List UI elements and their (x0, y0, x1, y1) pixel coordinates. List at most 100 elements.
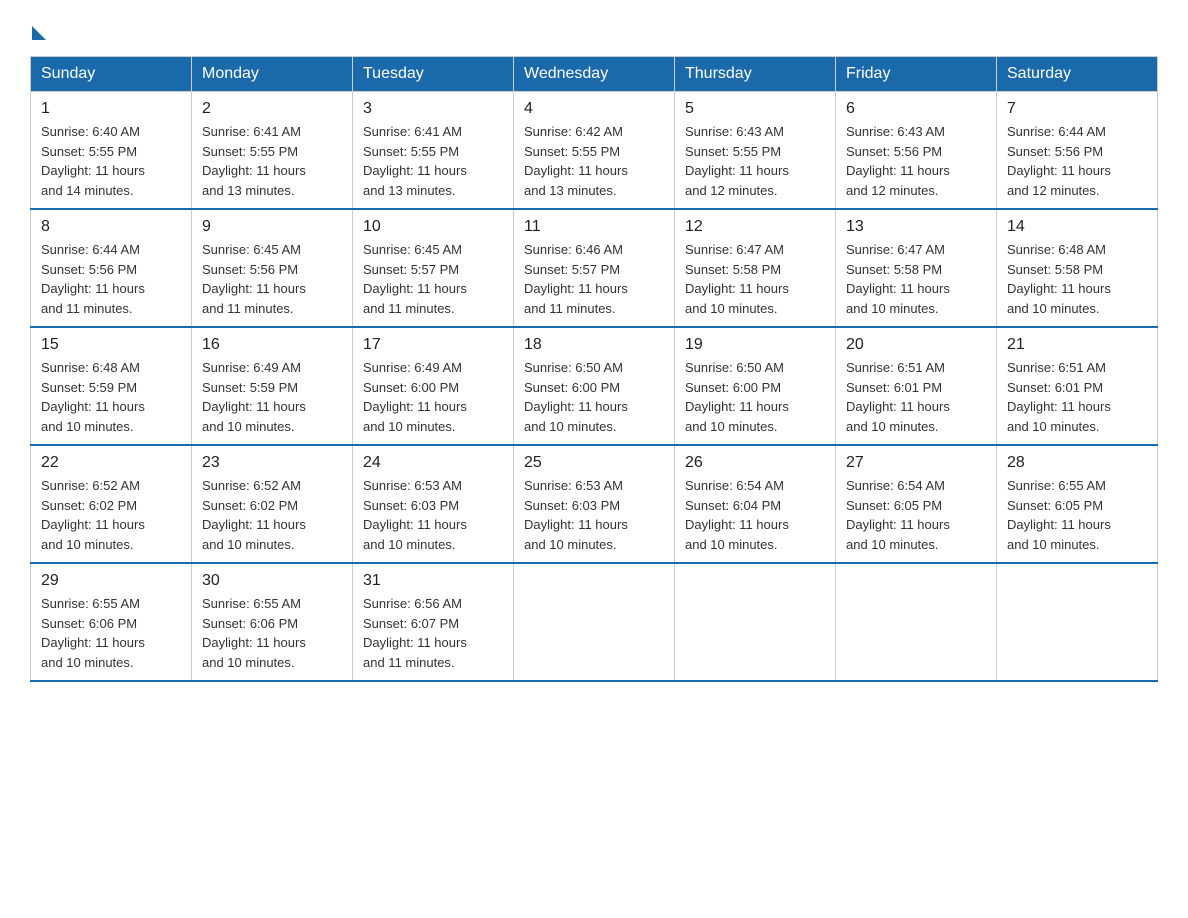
day-info: Sunrise: 6:46 AM Sunset: 5:57 PM Dayligh… (524, 240, 664, 318)
week-row-4: 22 Sunrise: 6:52 AM Sunset: 6:02 PM Dayl… (31, 445, 1158, 563)
calendar-cell: 10 Sunrise: 6:45 AM Sunset: 5:57 PM Dayl… (353, 209, 514, 327)
day-number: 4 (524, 100, 664, 118)
calendar-cell: 30 Sunrise: 6:55 AM Sunset: 6:06 PM Dayl… (192, 563, 353, 681)
calendar-cell: 17 Sunrise: 6:49 AM Sunset: 6:00 PM Dayl… (353, 327, 514, 445)
header-saturday: Saturday (997, 57, 1158, 92)
day-number: 24 (363, 454, 503, 472)
day-info: Sunrise: 6:55 AM Sunset: 6:06 PM Dayligh… (41, 594, 181, 672)
calendar-cell: 2 Sunrise: 6:41 AM Sunset: 5:55 PM Dayli… (192, 92, 353, 210)
day-number: 15 (41, 336, 181, 354)
calendar-cell: 25 Sunrise: 6:53 AM Sunset: 6:03 PM Dayl… (514, 445, 675, 563)
day-info: Sunrise: 6:40 AM Sunset: 5:55 PM Dayligh… (41, 122, 181, 200)
day-info: Sunrise: 6:52 AM Sunset: 6:02 PM Dayligh… (202, 476, 342, 554)
day-number: 19 (685, 336, 825, 354)
day-info: Sunrise: 6:55 AM Sunset: 6:06 PM Dayligh… (202, 594, 342, 672)
day-info: Sunrise: 6:53 AM Sunset: 6:03 PM Dayligh… (363, 476, 503, 554)
day-info: Sunrise: 6:50 AM Sunset: 6:00 PM Dayligh… (685, 358, 825, 436)
calendar-cell: 3 Sunrise: 6:41 AM Sunset: 5:55 PM Dayli… (353, 92, 514, 210)
header-sunday: Sunday (31, 57, 192, 92)
week-row-1: 1 Sunrise: 6:40 AM Sunset: 5:55 PM Dayli… (31, 92, 1158, 210)
day-info: Sunrise: 6:44 AM Sunset: 5:56 PM Dayligh… (41, 240, 181, 318)
calendar-cell: 20 Sunrise: 6:51 AM Sunset: 6:01 PM Dayl… (836, 327, 997, 445)
calendar-cell: 5 Sunrise: 6:43 AM Sunset: 5:55 PM Dayli… (675, 92, 836, 210)
day-info: Sunrise: 6:48 AM Sunset: 5:58 PM Dayligh… (1007, 240, 1147, 318)
day-number: 17 (363, 336, 503, 354)
day-info: Sunrise: 6:49 AM Sunset: 6:00 PM Dayligh… (363, 358, 503, 436)
day-info: Sunrise: 6:48 AM Sunset: 5:59 PM Dayligh… (41, 358, 181, 436)
logo (30, 20, 46, 36)
calendar-cell (514, 563, 675, 681)
calendar-cell: 7 Sunrise: 6:44 AM Sunset: 5:56 PM Dayli… (997, 92, 1158, 210)
day-number: 12 (685, 218, 825, 236)
week-row-3: 15 Sunrise: 6:48 AM Sunset: 5:59 PM Dayl… (31, 327, 1158, 445)
day-number: 2 (202, 100, 342, 118)
day-info: Sunrise: 6:56 AM Sunset: 6:07 PM Dayligh… (363, 594, 503, 672)
calendar-table: SundayMondayTuesdayWednesdayThursdayFrid… (30, 56, 1158, 682)
calendar-cell (675, 563, 836, 681)
day-number: 21 (1007, 336, 1147, 354)
calendar-cell (836, 563, 997, 681)
day-info: Sunrise: 6:42 AM Sunset: 5:55 PM Dayligh… (524, 122, 664, 200)
day-info: Sunrise: 6:45 AM Sunset: 5:57 PM Dayligh… (363, 240, 503, 318)
day-number: 30 (202, 572, 342, 590)
day-number: 6 (846, 100, 986, 118)
day-number: 27 (846, 454, 986, 472)
calendar-cell: 23 Sunrise: 6:52 AM Sunset: 6:02 PM Dayl… (192, 445, 353, 563)
header-tuesday: Tuesday (353, 57, 514, 92)
day-number: 10 (363, 218, 503, 236)
week-row-2: 8 Sunrise: 6:44 AM Sunset: 5:56 PM Dayli… (31, 209, 1158, 327)
header-thursday: Thursday (675, 57, 836, 92)
calendar-cell: 26 Sunrise: 6:54 AM Sunset: 6:04 PM Dayl… (675, 445, 836, 563)
calendar-cell: 13 Sunrise: 6:47 AM Sunset: 5:58 PM Dayl… (836, 209, 997, 327)
calendar-cell: 12 Sunrise: 6:47 AM Sunset: 5:58 PM Dayl… (675, 209, 836, 327)
day-info: Sunrise: 6:47 AM Sunset: 5:58 PM Dayligh… (846, 240, 986, 318)
calendar-cell: 22 Sunrise: 6:52 AM Sunset: 6:02 PM Dayl… (31, 445, 192, 563)
day-info: Sunrise: 6:41 AM Sunset: 5:55 PM Dayligh… (202, 122, 342, 200)
day-number: 28 (1007, 454, 1147, 472)
calendar-cell: 8 Sunrise: 6:44 AM Sunset: 5:56 PM Dayli… (31, 209, 192, 327)
day-number: 5 (685, 100, 825, 118)
day-number: 3 (363, 100, 503, 118)
calendar-cell: 11 Sunrise: 6:46 AM Sunset: 5:57 PM Dayl… (514, 209, 675, 327)
day-info: Sunrise: 6:54 AM Sunset: 6:04 PM Dayligh… (685, 476, 825, 554)
calendar-cell: 19 Sunrise: 6:50 AM Sunset: 6:00 PM Dayl… (675, 327, 836, 445)
day-info: Sunrise: 6:55 AM Sunset: 6:05 PM Dayligh… (1007, 476, 1147, 554)
calendar-cell: 16 Sunrise: 6:49 AM Sunset: 5:59 PM Dayl… (192, 327, 353, 445)
day-info: Sunrise: 6:52 AM Sunset: 6:02 PM Dayligh… (41, 476, 181, 554)
day-number: 26 (685, 454, 825, 472)
calendar-cell: 14 Sunrise: 6:48 AM Sunset: 5:58 PM Dayl… (997, 209, 1158, 327)
day-info: Sunrise: 6:54 AM Sunset: 6:05 PM Dayligh… (846, 476, 986, 554)
day-number: 7 (1007, 100, 1147, 118)
calendar-cell: 24 Sunrise: 6:53 AM Sunset: 6:03 PM Dayl… (353, 445, 514, 563)
day-number: 29 (41, 572, 181, 590)
day-number: 22 (41, 454, 181, 472)
calendar-cell: 9 Sunrise: 6:45 AM Sunset: 5:56 PM Dayli… (192, 209, 353, 327)
week-row-5: 29 Sunrise: 6:55 AM Sunset: 6:06 PM Dayl… (31, 563, 1158, 681)
day-info: Sunrise: 6:45 AM Sunset: 5:56 PM Dayligh… (202, 240, 342, 318)
day-number: 25 (524, 454, 664, 472)
header-row: SundayMondayTuesdayWednesdayThursdayFrid… (31, 57, 1158, 92)
calendar-cell: 6 Sunrise: 6:43 AM Sunset: 5:56 PM Dayli… (836, 92, 997, 210)
calendar-cell: 31 Sunrise: 6:56 AM Sunset: 6:07 PM Dayl… (353, 563, 514, 681)
day-number: 8 (41, 218, 181, 236)
day-number: 11 (524, 218, 664, 236)
day-info: Sunrise: 6:47 AM Sunset: 5:58 PM Dayligh… (685, 240, 825, 318)
header-monday: Monday (192, 57, 353, 92)
day-number: 31 (363, 572, 503, 590)
day-number: 14 (1007, 218, 1147, 236)
day-info: Sunrise: 6:51 AM Sunset: 6:01 PM Dayligh… (1007, 358, 1147, 436)
logo-top (30, 20, 46, 40)
day-info: Sunrise: 6:50 AM Sunset: 6:00 PM Dayligh… (524, 358, 664, 436)
day-info: Sunrise: 6:43 AM Sunset: 5:55 PM Dayligh… (685, 122, 825, 200)
calendar-cell (997, 563, 1158, 681)
header-friday: Friday (836, 57, 997, 92)
calendar-cell: 18 Sunrise: 6:50 AM Sunset: 6:00 PM Dayl… (514, 327, 675, 445)
calendar-cell: 28 Sunrise: 6:55 AM Sunset: 6:05 PM Dayl… (997, 445, 1158, 563)
calendar-cell: 27 Sunrise: 6:54 AM Sunset: 6:05 PM Dayl… (836, 445, 997, 563)
day-number: 9 (202, 218, 342, 236)
day-number: 1 (41, 100, 181, 118)
day-number: 23 (202, 454, 342, 472)
calendar-cell: 1 Sunrise: 6:40 AM Sunset: 5:55 PM Dayli… (31, 92, 192, 210)
day-info: Sunrise: 6:51 AM Sunset: 6:01 PM Dayligh… (846, 358, 986, 436)
page-header (30, 20, 1158, 36)
